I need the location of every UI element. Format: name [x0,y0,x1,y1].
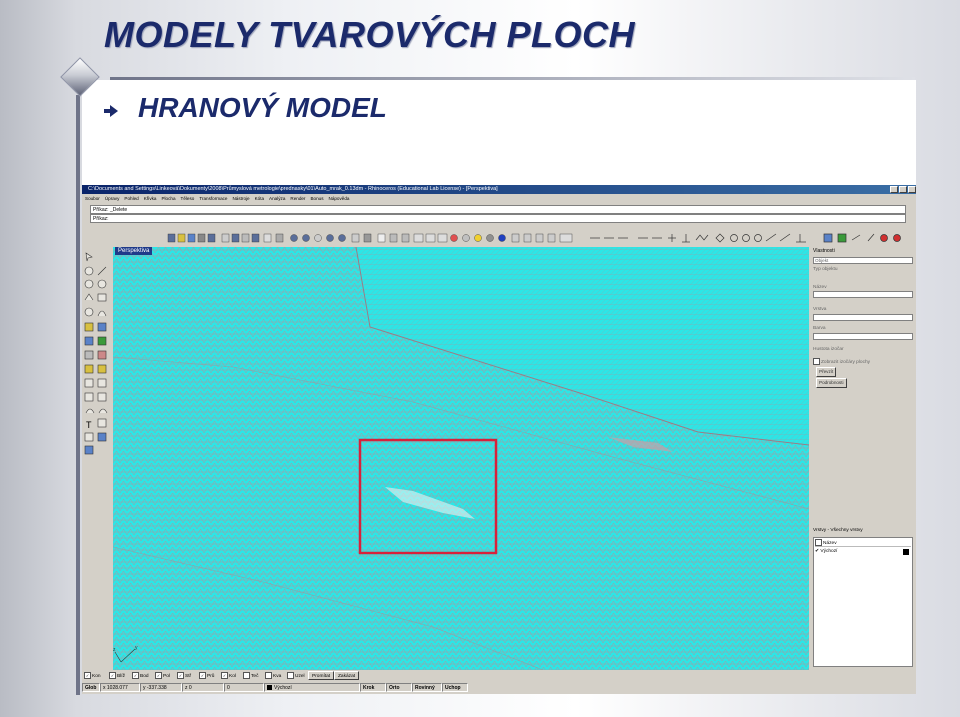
osnap-pru[interactable]: ✓ Prů [199,672,214,679]
project-button[interactable]: Promítat [308,671,335,680]
status-z: z 0 [182,683,224,692]
side-toolbar: T [82,247,114,665]
layer-row[interactable]: ✔ Výchozí [815,549,911,556]
menu-soubor[interactable]: Soubor [82,196,100,201]
name-field[interactable] [813,291,913,298]
layer-select[interactable] [813,314,913,321]
osnap-tec[interactable]: Teč [243,672,258,679]
mesh-model: y z [113,247,809,670]
menu-nastroje[interactable]: Nástroje [232,196,249,201]
window-title: C:\Documents and Settings\Linkeová\Dokum… [88,186,498,192]
viewport-label[interactable]: Perspektiva [115,247,153,255]
properties-header: Vlastnosti [813,248,835,254]
svg-text:T: T [86,420,92,430]
layer-color-swatch[interactable] [903,549,909,555]
disable-button[interactable]: Zakázat [334,671,360,680]
show-isocurves-checkbox[interactable]: Zobrazit izočáry plochy [813,358,870,365]
slide-subtitle: HRANOVÝ MODEL [138,92,387,123]
layer-swatch-icon [267,685,272,691]
status-snap[interactable]: Krok [360,683,386,692]
osnap-kon[interactable]: ✓ Kon [84,672,101,679]
status-cplane[interactable]: Glob [82,683,100,692]
layers-header: Vrstvy - Všechny vrstvy [813,528,863,533]
layers-panel: Vrstvy - Všechny vrstvy Název ✔ Výchozí [811,527,916,672]
color-select[interactable] [813,333,913,340]
layer-column-check [815,539,822,546]
menu-teleso[interactable]: Těleso [181,196,195,201]
status-y: y -337.338 [140,683,182,692]
menu-pohled[interactable]: Pohled [124,196,138,201]
osnap-bod[interactable]: ✓ Bod [132,672,149,679]
osnap-kol[interactable]: ✓ Kol [221,672,236,679]
osnap-kva[interactable]: Kva [265,672,281,679]
osnap-pol[interactable]: ✓ Pol [155,672,170,679]
menu-transformace[interactable]: Transformace [199,196,227,201]
status-planar[interactable]: Rovinný [412,683,442,692]
prop-color: Barva [813,326,826,331]
layer-name: Výchozí [820,549,838,554]
window-titlebar[interactable]: C:\Documents and Settings\Linkeová\Dokum… [82,185,916,194]
menu-analyza[interactable]: Analýza [269,196,285,201]
osnap-uzel[interactable]: Uzel [287,672,305,679]
status-layer[interactable]: Výchozí [264,683,360,692]
menu-plocha[interactable]: Plocha [161,196,175,201]
status-ortho[interactable]: Orto [386,683,412,692]
perspective-viewport[interactable]: Perspektiva y z [113,247,809,670]
bullet-arrow-icon [104,105,118,117]
osnap-str[interactable]: ✓ Stř [177,672,191,679]
minimize-button[interactable] [890,186,898,193]
toolbar-icons[interactable] [82,230,916,246]
prop-object-type: Typ objektu [813,267,838,272]
status-bar: Glob x 1028.077 y -337.338 z 0 0 Výchozí… [82,682,916,694]
menu-napoveda[interactable]: Nápověda [329,196,350,201]
prop-name: Název [813,285,827,290]
slide-title: MODELY TVAROVÝCH PLOCH [104,14,636,55]
main-toolbar [82,230,916,246]
status-osnap[interactable]: Uchop [442,683,468,692]
layers-column-header[interactable]: Název [815,539,911,547]
status-x: x 1028.077 [100,683,140,692]
properties-panel: Vlastnosti Objekt Typ objektu Název Vrst… [811,247,916,527]
maximize-button[interactable] [899,186,907,193]
slide-left-bar [76,95,80,695]
menu-render[interactable]: Render [290,196,305,201]
side-tool-icons[interactable]: T [82,247,114,457]
command-input[interactable]: Příkaz: [90,214,906,223]
status-extra: 0 [224,683,264,692]
menu-kota[interactable]: Kóta [255,196,264,201]
object-type-select[interactable]: Objekt [813,257,913,264]
rhino-window: C:\Documents and Settings\Linkeová\Dokum… [82,185,916,694]
menu-krivka[interactable]: Křivka [144,196,157,201]
prop-layer: Vrstva [813,307,827,312]
menu-bar: Soubor Úpravy Pohled Křivka Plocha Těleso Tran… [82,194,916,203]
close-button[interactable] [908,186,916,193]
match-button[interactable]: Převzít [816,367,837,377]
menu-upravy[interactable]: Úpravy [105,196,120,201]
menu-bonus[interactable]: Bonus [310,196,323,201]
prop-isocurve-density: Hustota izočar [813,347,844,352]
osnap-bliz[interactable]: ✓ Blíž [109,672,125,679]
layer-check-icon: ✔ [815,549,820,554]
command-history: Příkaz: _Delete [90,205,906,214]
osnap-bar: ✓ Kon ✓ Blíž ✓ Bod ✓ Pol ✓ Stř ✓ Prů ✓ Kol Teč … [82,670,916,682]
layers-list: Název ✔ Výchozí [813,537,913,667]
details-button[interactable]: Podrobnosti [816,378,847,388]
